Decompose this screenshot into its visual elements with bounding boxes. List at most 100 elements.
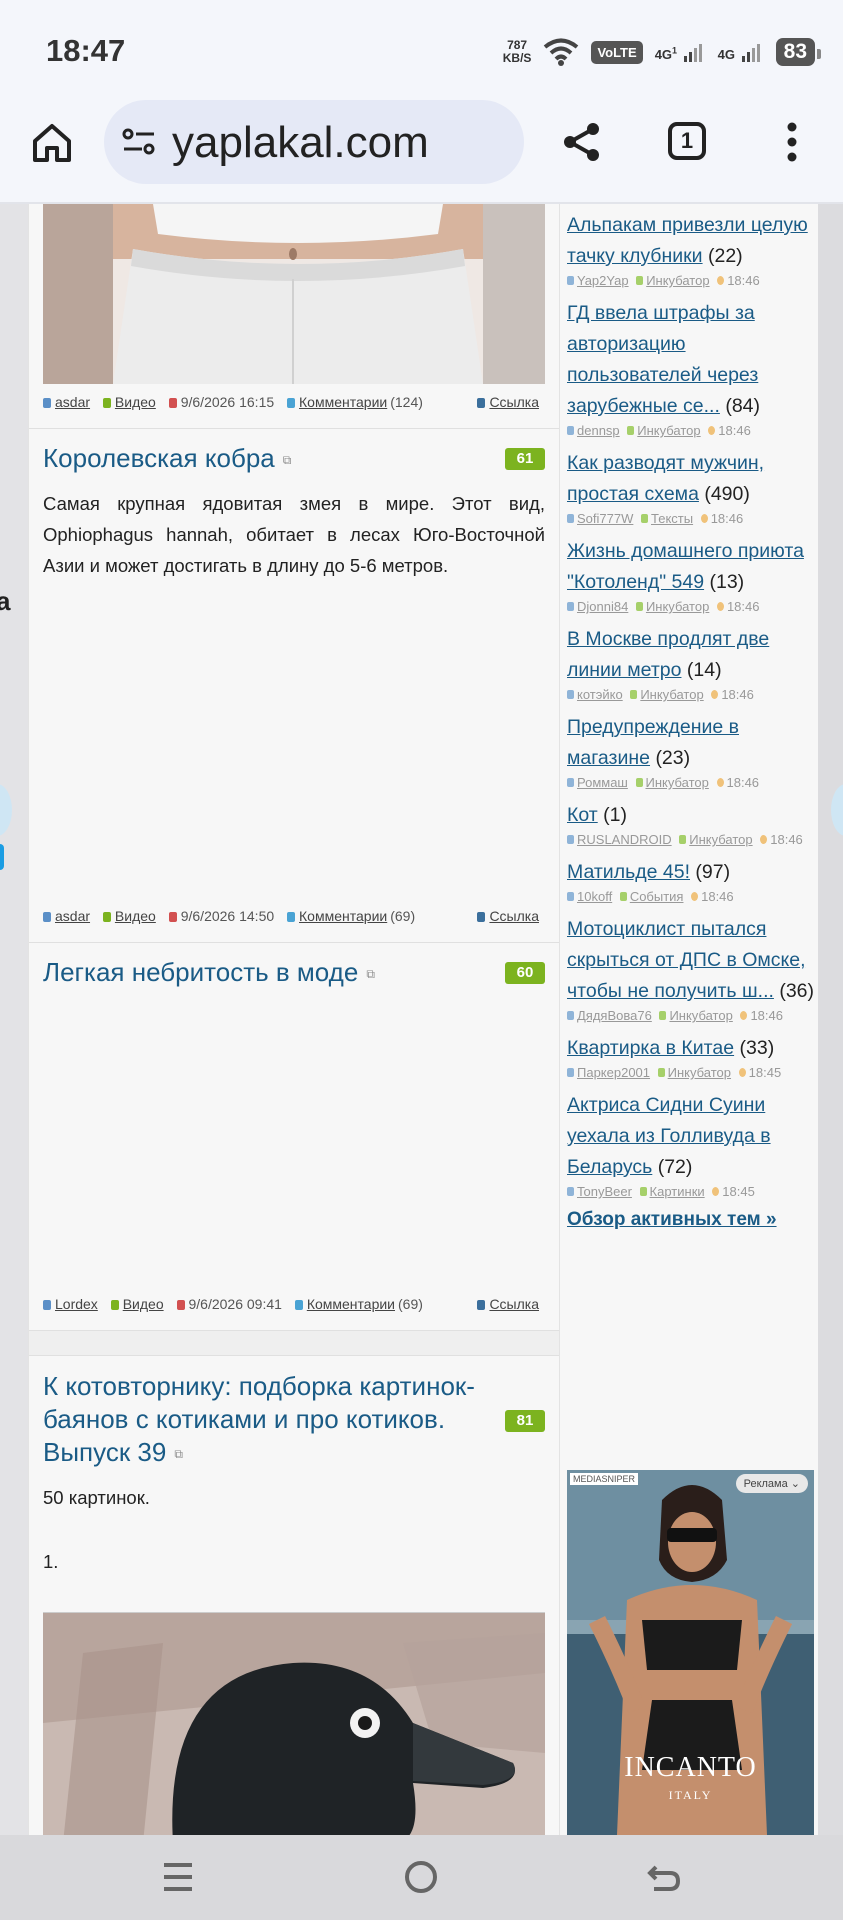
topic-title[interactable]: Предупреждение в магазине (23): [567, 712, 817, 774]
topic-section[interactable]: Инкубатор: [669, 1008, 732, 1023]
post-comments-link[interactable]: Комментарии: [299, 394, 387, 410]
home-icon[interactable]: [30, 120, 74, 164]
clock-icon: [700, 514, 708, 523]
topic-comment-count: (14): [686, 659, 722, 681]
clock-icon: [740, 1011, 748, 1020]
advertisement[interactable]: MEDIASNIPER Реклама ⌄ INCANTO ITALY: [567, 1470, 814, 1835]
topic-time: 18:46: [726, 599, 760, 614]
topic-section[interactable]: Картинки: [650, 1184, 705, 1199]
topic-title[interactable]: Квартирка в Китае (33): [567, 1033, 817, 1064]
topic-title[interactable]: В Москве продлят две линии метро (14): [567, 624, 817, 686]
topic-section[interactable]: Инкубатор: [646, 599, 709, 614]
sim1-signal: 4G1: [655, 42, 706, 62]
post-permalink[interactable]: Ссылка: [477, 1296, 542, 1312]
share-icon[interactable]: [560, 120, 604, 164]
topic-comment-count: (36): [779, 980, 815, 1002]
topic-author[interactable]: котэйко: [577, 687, 623, 702]
post-permalink[interactable]: Ссылка: [477, 394, 542, 410]
topic-section[interactable]: Инкубатор: [689, 832, 752, 847]
topic-meta: ДядяВова76 Инкубатор 18:46: [567, 1007, 817, 1025]
topic-title[interactable]: Жизнь домашнего приюта "Котоленд" 549 (1…: [567, 536, 817, 598]
topic-time: 18:46: [726, 775, 760, 790]
topic-meta: TonyBeer Картинки 18:45: [567, 1183, 817, 1201]
topic-author[interactable]: dennsp: [577, 423, 620, 438]
main-column: asdar Видео 9/6/2026 16:15 Комментарии (1…: [28, 204, 560, 1835]
sidebar-topic: Квартирка в Китае (33) Паркер2001 Инкубат…: [567, 1033, 817, 1082]
post-title[interactable]: Королевская кобра ⧉: [43, 442, 291, 477]
post-comments-link[interactable]: Комментарии: [307, 1296, 395, 1312]
clock-icon: [708, 426, 716, 435]
topic-author[interactable]: Sofi777W: [577, 511, 633, 526]
user-icon: [567, 426, 574, 435]
post-category[interactable]: Видео: [115, 908, 156, 924]
ad-label[interactable]: Реклама ⌄: [735, 1474, 808, 1493]
topic-title[interactable]: Как разводят мужчин, простая схема (490): [567, 448, 817, 510]
user-icon: [567, 514, 574, 523]
topic-author[interactable]: 10koff: [577, 889, 612, 904]
topic-author[interactable]: Роммаш: [577, 775, 628, 790]
topic-section[interactable]: Тексты: [651, 511, 693, 526]
topic-title[interactable]: ГД ввела штрафы за авторизацию пользоват…: [567, 298, 817, 422]
post-date: 9/6/2026 09:41: [188, 1296, 282, 1312]
topic-time: 18:46: [718, 423, 751, 438]
topic-title[interactable]: Альпакам привезли целую тачку клубники (…: [567, 210, 817, 272]
topic-title[interactable]: Матильде 45! (97): [567, 857, 817, 888]
arrow-icon: [641, 514, 648, 523]
external-link-icon[interactable]: ⧉: [366, 967, 375, 981]
topic-comment-count: (33): [739, 1037, 775, 1059]
topic-author[interactable]: Djonni84: [577, 599, 628, 614]
arrow-icon: [659, 1011, 667, 1020]
status-time: 18:47: [46, 33, 126, 68]
post-image[interactable]: [43, 1612, 545, 1835]
back-icon[interactable]: [644, 1857, 684, 1897]
sidebar-topic: Альпакам привезли целую тачку клубники (…: [567, 210, 817, 290]
address-bar[interactable]: yaplakal.com: [104, 100, 524, 184]
external-link-icon[interactable]: ⧉: [174, 1447, 183, 1461]
more-menu-icon[interactable]: [782, 120, 802, 164]
user-icon: [43, 398, 51, 408]
post-category[interactable]: Видео: [123, 1296, 164, 1312]
topic-comment-count: (22): [707, 245, 743, 267]
topic-author[interactable]: RUSLANDROID: [577, 832, 672, 847]
post-category[interactable]: Видео: [115, 394, 156, 410]
sidebar-topic: Предупреждение в магазине (23) Роммаш Инк…: [567, 712, 817, 792]
topic-title[interactable]: Мотоциклист пытался скрыться от ДПС в Ом…: [567, 914, 817, 1007]
topic-meta: RUSLANDROID Инкубатор 18:46: [567, 831, 817, 849]
topic-section[interactable]: Инкубатор: [646, 775, 709, 790]
topic-author[interactable]: Yap2Yap: [577, 273, 629, 288]
topic-section[interactable]: Инкубатор: [637, 423, 700, 438]
site-settings-icon[interactable]: [122, 127, 156, 157]
recent-apps-icon[interactable]: [158, 1857, 198, 1897]
tab-switcher-button[interactable]: 1: [668, 122, 706, 160]
topic-author[interactable]: TonyBeer: [577, 1184, 632, 1199]
user-icon: [567, 1187, 574, 1196]
topic-section[interactable]: Инкубатор: [646, 273, 709, 288]
topic-title[interactable]: Актриса Сидни Суини уехала из Голливуда …: [567, 1090, 817, 1183]
edge-bubble: [0, 784, 12, 836]
post-author[interactable]: asdar: [55, 394, 90, 410]
post-title[interactable]: Легкая небритость в моде ⧉: [43, 956, 375, 991]
page-content[interactable]: a asdar Видео 9/6/2026 16:15 Комментарии…: [0, 204, 843, 1835]
topic-author[interactable]: Паркер2001: [577, 1065, 650, 1080]
external-link-icon[interactable]: ⧉: [283, 453, 292, 467]
post-comments-link[interactable]: Комментарии: [299, 908, 387, 924]
home-nav-icon[interactable]: [401, 1857, 441, 1897]
topic-section[interactable]: События: [630, 889, 684, 904]
active-topics-overview-link[interactable]: Обзор активных тем »: [567, 1209, 817, 1231]
topic-meta: Sofi777W Тексты 18:46: [567, 510, 817, 528]
topic-author[interactable]: ДядяВова76: [577, 1008, 652, 1023]
url-text[interactable]: yaplakal.com: [172, 118, 429, 168]
post-author[interactable]: asdar: [55, 908, 90, 924]
post-permalink[interactable]: Ссылка: [477, 908, 542, 924]
clock-icon: [716, 602, 724, 611]
topic-section[interactable]: Инкубатор: [668, 1065, 731, 1080]
battery-icon: 83: [775, 38, 822, 66]
topic-section[interactable]: Инкубатор: [640, 687, 703, 702]
sidebar-topic: Мотоциклист пытался скрыться от ДПС в Ом…: [567, 914, 817, 1025]
post-image[interactable]: [43, 204, 545, 384]
user-icon: [43, 1300, 51, 1310]
topic-title[interactable]: Кот (1): [567, 800, 817, 831]
arrow-icon: [102, 912, 111, 922]
post-author[interactable]: Lordex: [55, 1296, 98, 1312]
post-title[interactable]: К котовторнику: подборка картинок-баянов…: [43, 1370, 483, 1471]
